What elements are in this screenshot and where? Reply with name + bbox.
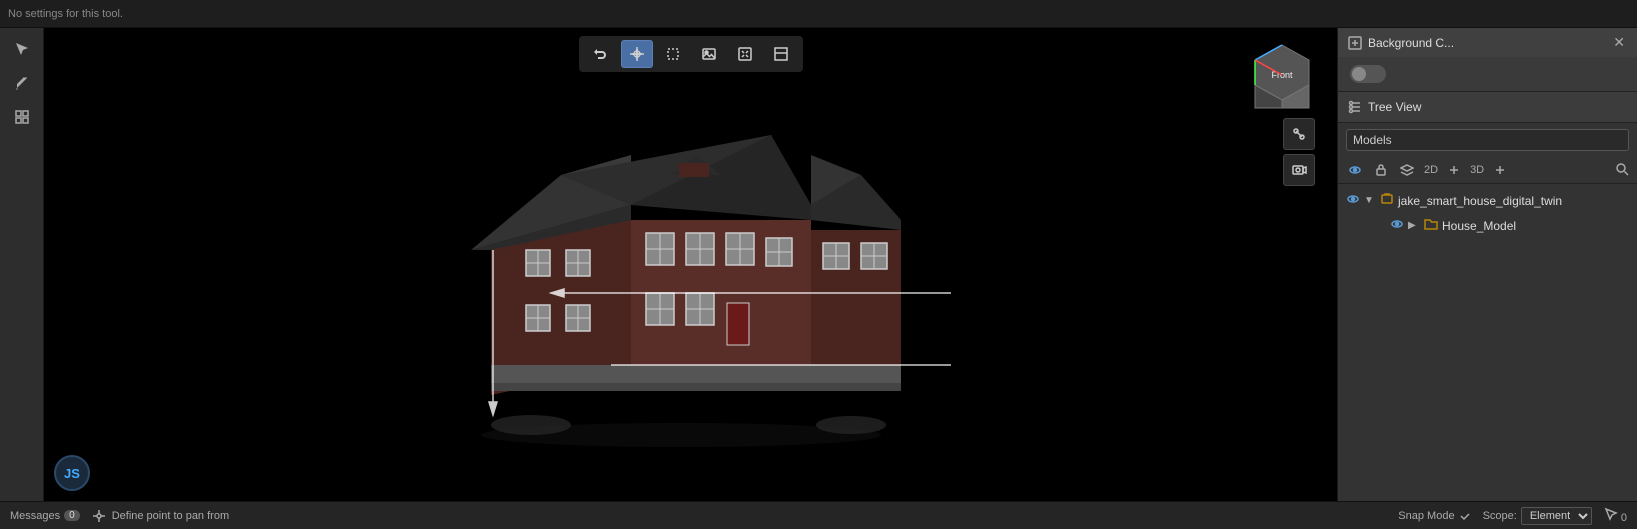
cursor-icon — [1604, 507, 1618, 521]
bottom-right-controls: Snap Mode Scope: Element Model Scene 0 — [1398, 507, 1627, 525]
pan-hint-text: Define point to pan from — [112, 510, 229, 522]
app-logo: JS — [52, 453, 92, 493]
messages-count-badge: 0 — [64, 510, 80, 521]
no-settings-text: No settings for this tool. — [8, 8, 123, 20]
align-view-button[interactable] — [1283, 118, 1315, 150]
3d-visibility-button[interactable] — [1492, 162, 1508, 178]
snap-tool-button[interactable] — [7, 102, 37, 132]
lock-button[interactable] — [1372, 161, 1390, 179]
expand-arrow: ▶ — [1408, 220, 1420, 231]
bg-panel-header: Background C... ✕ — [1338, 28, 1637, 57]
scope-dropdown[interactable]: Element Model Scene — [1521, 507, 1592, 525]
coord-value: 0 — [1621, 512, 1627, 524]
tree-item[interactable]: ▼ jake_smart_house_digital_twin — [1338, 188, 1637, 213]
expand-arrow: ▼ — [1364, 195, 1376, 206]
top-bar: No settings for this tool. — [0, 0, 1637, 28]
snap-mode-label: Snap Mode — [1398, 510, 1454, 522]
svg-text:JS: JS — [64, 466, 80, 481]
search-button[interactable] — [1615, 162, 1629, 179]
tree-item[interactable]: ▶ House_Model — [1338, 213, 1637, 238]
tree-panel: Tree View Models All Objects Layers — [1338, 92, 1637, 501]
snap-mode-display: Snap Mode — [1398, 510, 1470, 522]
house-3d-view — [44, 28, 1337, 501]
bg-panel-title: Background C... — [1348, 36, 1454, 50]
right-panel: Background C... ✕ — [1337, 28, 1637, 501]
tree-item-label: House_Model — [1442, 219, 1516, 233]
item-visibility-icon — [1390, 217, 1404, 234]
left-toolbar — [0, 28, 44, 501]
view-cube[interactable]: Front — [1247, 40, 1317, 110]
main-area: Front — [0, 28, 1637, 501]
messages-label: Messages — [10, 510, 60, 522]
2d-visibility-button[interactable] — [1446, 162, 1462, 178]
bg-panel-title-text: Background C... — [1368, 36, 1454, 50]
pan-cursor-icon — [92, 509, 106, 523]
tree-item-label: jake_smart_house_digital_twin — [1398, 194, 1562, 208]
bottom-bar: Messages 0 Define point to pan from Snap… — [0, 501, 1637, 529]
tree-view-title: Tree View — [1368, 100, 1421, 114]
scope-label: Scope: — [1483, 510, 1517, 522]
models-row: Models All Objects Layers — [1338, 123, 1637, 157]
brush-tool-button[interactable] — [7, 68, 37, 98]
tree-items: ▼ jake_smart_house_digital_twin ▶ Hous — [1338, 184, 1637, 501]
tree-view-icon — [1348, 100, 1362, 114]
bg-toggle-row — [1338, 57, 1637, 91]
select-tool-button[interactable] — [7, 34, 37, 64]
viewport[interactable]: Front — [44, 28, 1337, 501]
item-visibility-icon — [1346, 192, 1360, 209]
status-hint: Define point to pan from — [92, 509, 229, 523]
tree-panel-header: Tree View — [1338, 92, 1637, 123]
folder-icon — [1424, 217, 1438, 234]
bg-panel-icon — [1348, 36, 1362, 50]
coord-display: 0 — [1604, 507, 1627, 524]
bg-panel-close-button[interactable]: ✕ — [1611, 34, 1627, 51]
visibility-eye-button[interactable] — [1346, 161, 1364, 179]
camera-button[interactable] — [1283, 154, 1315, 186]
tree-icons-row: 2D 3D — [1338, 157, 1637, 184]
3d-label: 3D — [1470, 164, 1484, 176]
background-color-panel: Background C... ✕ — [1338, 28, 1637, 92]
layer-button[interactable] — [1398, 161, 1416, 179]
item-type-icon — [1380, 192, 1394, 209]
models-dropdown[interactable]: Models All Objects Layers — [1346, 129, 1629, 151]
2d-label: 2D — [1424, 164, 1438, 176]
scope-row: Scope: Element Model Scene — [1483, 507, 1592, 525]
bg-toggle-switch[interactable] — [1350, 65, 1386, 83]
house-svg — [431, 75, 951, 455]
messages-button[interactable]: Messages 0 — [10, 510, 80, 522]
snap-mode-icon — [1459, 510, 1471, 522]
orientation-buttons — [1283, 118, 1315, 186]
